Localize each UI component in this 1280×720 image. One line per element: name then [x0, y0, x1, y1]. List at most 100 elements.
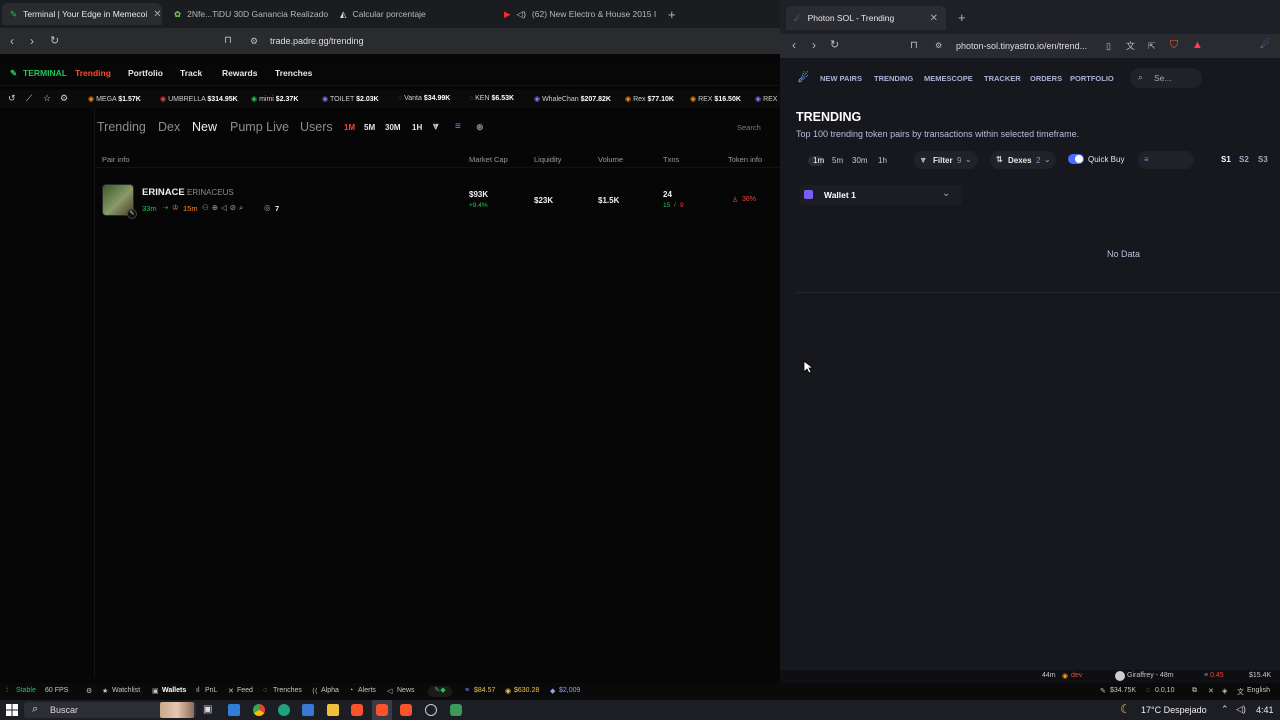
token-ticker[interactable]: ERINACE: [142, 187, 185, 198]
status-trenches[interactable]: Trenches: [273, 687, 302, 694]
url-text[interactable]: trade.padre.gg/trending: [270, 36, 364, 46]
tab-pump-live[interactable]: Pump Live: [230, 120, 289, 134]
bookmark-icon[interactable]: ⊓: [910, 40, 918, 52]
beta-icon[interactable]: ⊛: [476, 122, 484, 133]
table-row[interactable]: ✎ ERINACE ERINACEUS 33m ➝ ♔ 15m ⚇⊕◁⊘⌕ ◎ …: [96, 180, 780, 222]
preset-s3[interactable]: S3: [1258, 155, 1268, 164]
filter-icon[interactable]: ⩔: [433, 121, 439, 132]
weather-text[interactable]: 17°C Despejado: [1141, 705, 1207, 715]
ticker-item[interactable]: ◉ mimi $2.37K: [251, 95, 298, 103]
ticker-item[interactable]: ◉ TOILET $2.03K: [322, 95, 379, 103]
store-icon[interactable]: [302, 704, 314, 716]
share-icon[interactable]: ⇱: [1148, 40, 1156, 52]
tab-ganancia[interactable]: ✿ 2Nfe...TiDU 30D Ganancia Realizado: [166, 3, 330, 25]
url-text[interactable]: photon-sol.tinyastro.io/en/trend...: [956, 41, 1087, 51]
tab-users[interactable]: Users: [300, 120, 333, 134]
nav-portfolio[interactable]: Portfolio: [128, 68, 163, 78]
tab-terminal[interactable]: ✎ Terminal | Your Edge in Memecoi ✕: [2, 3, 162, 25]
nav-trending[interactable]: TRENDING: [874, 74, 913, 83]
tab-new[interactable]: New: [192, 120, 217, 134]
chart-icon[interactable]: ⟋: [26, 93, 32, 104]
quick-buy-amount-input[interactable]: ≡: [1138, 151, 1194, 169]
clipboard-icon[interactable]: ▯: [1106, 40, 1111, 52]
tab-trending[interactable]: Trending: [97, 120, 146, 134]
windows-start-icon[interactable]: [6, 704, 18, 716]
reload-icon[interactable]: ↻: [830, 39, 839, 51]
timeframe-5m[interactable]: 5M: [364, 123, 375, 132]
telegram-icon[interactable]: ◈: [1222, 687, 1227, 695]
ticker-item[interactable]: ◉ REX: [755, 95, 777, 103]
quick-buy-toggle[interactable]: [1068, 154, 1084, 164]
chrome-icon[interactable]: [253, 704, 265, 716]
back-icon[interactable]: ‹: [792, 39, 796, 51]
nav-new-pairs[interactable]: NEW PAIRS: [820, 74, 862, 83]
app-icon[interactable]: [425, 704, 437, 716]
timeframe-1h[interactable]: 1H: [412, 123, 422, 132]
col-market-cap[interactable]: Market Cap: [469, 155, 508, 164]
social-icons[interactable]: ⚇⊕◁⊘⌕: [202, 203, 246, 213]
edge-icon[interactable]: [278, 704, 290, 716]
timeframe-1h[interactable]: 1h: [878, 156, 887, 165]
col-liquidity[interactable]: Liquidity: [534, 155, 562, 164]
nav-rewards[interactable]: Rewards: [222, 68, 257, 78]
ticker-item[interactable]: ◉ Rex $77.10K: [625, 95, 674, 103]
preset-s1[interactable]: S1: [1221, 155, 1231, 164]
brand-name[interactable]: TERMINAL: [23, 68, 67, 78]
extension-icon[interactable]: ☄: [1260, 39, 1270, 51]
nav-memescope[interactable]: MEMESCOPE: [924, 74, 973, 83]
brave-rewards-icon[interactable]: ▲: [1192, 39, 1203, 51]
discord-icon[interactable]: ⧉: [1192, 687, 1197, 695]
timeframe-1m[interactable]: 1M: [344, 123, 355, 132]
timeframe-1m[interactable]: 1m: [813, 156, 824, 165]
token-avatar[interactable]: ✎: [102, 184, 137, 219]
status-pnl[interactable]: PnL: [205, 687, 217, 694]
nav-trenches[interactable]: Trenches: [275, 68, 312, 78]
app-icon[interactable]: [228, 704, 240, 716]
tab-calcular[interactable]: ◭ Calcular porcentaje: [332, 3, 496, 25]
tab-youtube[interactable]: ▶ ◁) (62) New Electro & House 2015 I: [496, 3, 660, 25]
preset-s2[interactable]: S2: [1239, 155, 1249, 164]
nav-orders[interactable]: ORDERS: [1030, 74, 1062, 83]
close-tab-icon[interactable]: ✕: [153, 9, 161, 20]
x-icon[interactable]: ✕: [1208, 687, 1214, 695]
clock[interactable]: 4:41: [1256, 705, 1274, 715]
settings-icon[interactable]: ⚙: [86, 687, 92, 695]
chevron-up-icon[interactable]: ⌃: [1221, 704, 1229, 715]
dexes-button[interactable]: ⇅ Dexes 2 ⌄: [990, 151, 1056, 169]
history-icon[interactable]: ↺: [8, 93, 16, 104]
brave-icon[interactable]: [351, 704, 363, 716]
status-watchlist[interactable]: Watchlist: [112, 687, 140, 694]
settings-icon[interactable]: ⚙: [60, 93, 68, 104]
app-icon[interactable]: [450, 704, 462, 716]
timeframe-30m[interactable]: 30m: [852, 156, 868, 165]
nav-trending[interactable]: Trending: [75, 68, 111, 78]
site-settings-icon[interactable]: ⚙: [250, 35, 258, 47]
photon-logo-icon[interactable]: ☄: [798, 71, 809, 85]
ticker-item[interactable]: ◌ KEN $6.53K: [469, 95, 514, 102]
ticker-item[interactable]: ◌ Vanta $34.99K: [398, 95, 450, 102]
status-news[interactable]: News: [397, 687, 415, 694]
col-volume[interactable]: Volume: [598, 155, 623, 164]
nav-portfolio[interactable]: PORTFOLIO: [1070, 74, 1114, 83]
status-wallets[interactable]: Wallets: [162, 687, 186, 694]
nav-track[interactable]: Track: [180, 68, 202, 78]
nav-tracker[interactable]: TRACKER: [984, 74, 1021, 83]
ticker-item[interactable]: ◉ WhaleChan $207.82K: [534, 95, 611, 103]
col-txns[interactable]: Txns: [663, 155, 679, 164]
brave-icon[interactable]: [400, 704, 412, 716]
list-icon[interactable]: ≡: [455, 121, 461, 132]
ticker-item[interactable]: ◉ REX $16.50K: [690, 95, 741, 103]
volume-icon[interactable]: ◁): [1236, 704, 1246, 715]
bookmark-icon[interactable]: ⊓: [224, 35, 232, 47]
translate-icon[interactable]: 文: [1126, 40, 1135, 52]
status-alerts[interactable]: Alerts: [358, 687, 376, 694]
file-explorer-icon[interactable]: [327, 704, 339, 716]
status-feed[interactable]: Feed: [237, 687, 253, 694]
timeframe-30m[interactable]: 30M: [385, 123, 401, 132]
new-tab-button[interactable]: +: [660, 3, 684, 25]
brave-shield-icon[interactable]: ⛉: [1170, 39, 1178, 51]
col-pair-info[interactable]: Pair info: [102, 155, 130, 164]
taskbar-search-input[interactable]: ⌕ Buscar: [24, 702, 196, 718]
brave-icon[interactable]: [376, 704, 388, 716]
status-alpha[interactable]: Alpha: [321, 687, 339, 694]
